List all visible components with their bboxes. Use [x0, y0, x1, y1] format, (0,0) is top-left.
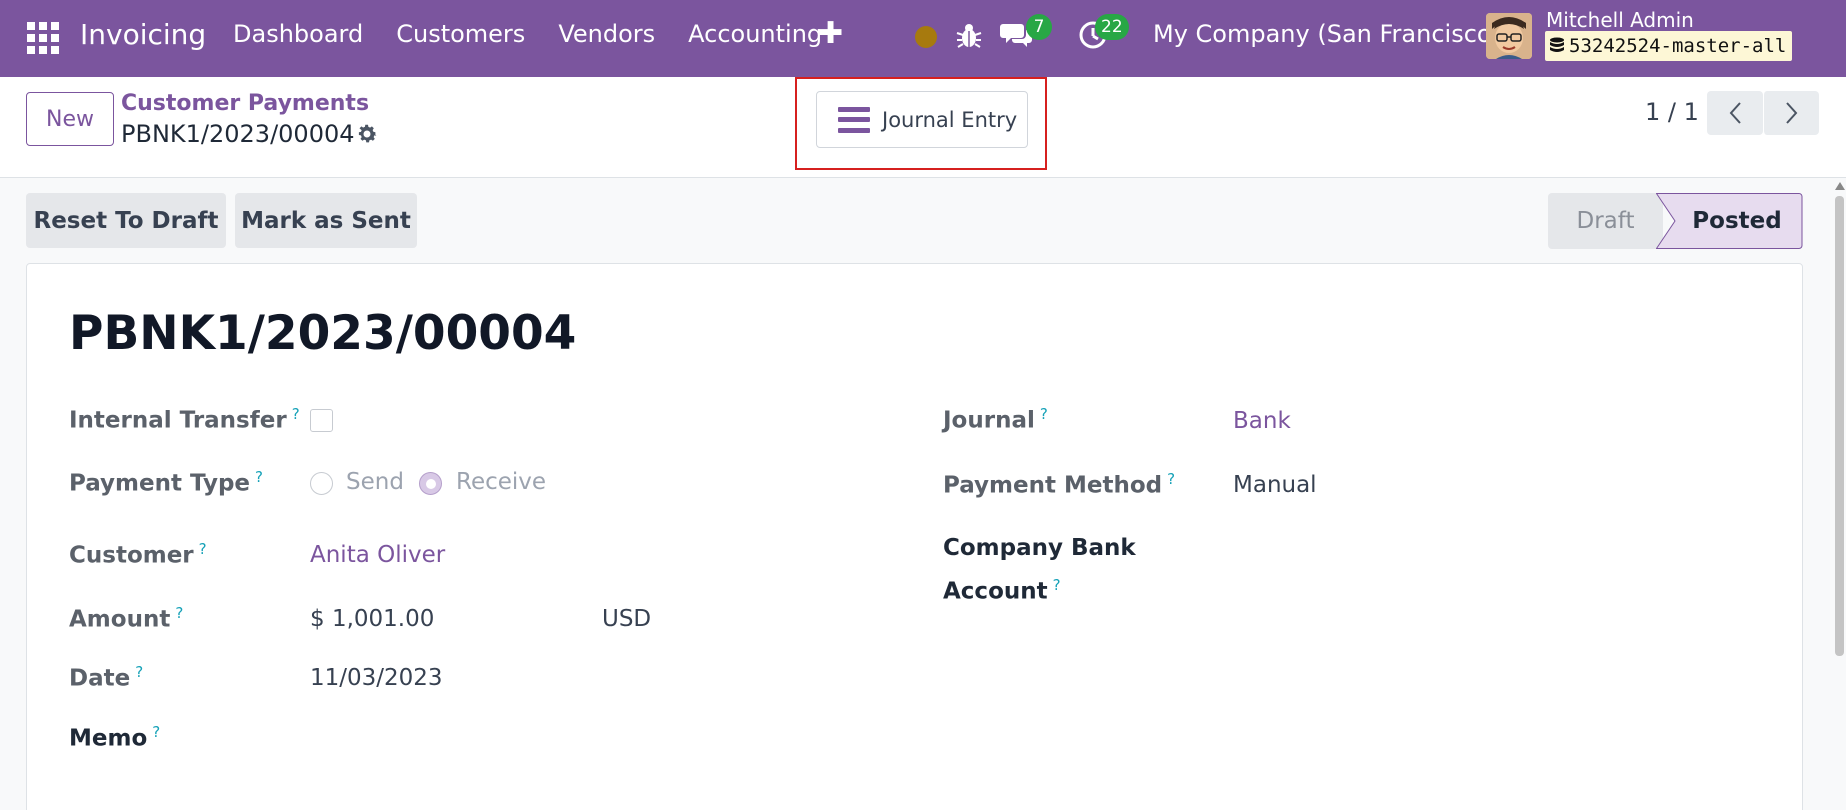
- status-dot-icon[interactable]: [915, 26, 937, 48]
- date-label: Date?: [69, 663, 144, 692]
- date-value: 11/03/2023: [310, 665, 443, 691]
- help-icon[interactable]: ?: [292, 405, 300, 423]
- help-icon[interactable]: ?: [199, 540, 207, 558]
- payment-type-receive-label: Receive: [456, 469, 547, 495]
- help-icon[interactable]: ?: [1040, 405, 1048, 423]
- memo-label: Memo?: [69, 723, 161, 752]
- status-bar: Draft Posted: [1548, 193, 1803, 249]
- payment-method-value: Manual: [1233, 472, 1317, 498]
- app-grid-icon[interactable]: [27, 22, 59, 54]
- database-icon: [1550, 37, 1564, 52]
- reset-to-draft-button[interactable]: Reset To Draft: [26, 193, 226, 248]
- customer-label: Customer?: [69, 540, 207, 569]
- amount-value: $ 1,001.00: [310, 606, 435, 632]
- customer-value[interactable]: Anita Oliver: [310, 542, 445, 568]
- chevron-left-icon: [1729, 102, 1741, 124]
- help-icon[interactable]: ?: [1053, 576, 1061, 594]
- top-navbar: Invoicing Dashboard Customers Vendors Ac…: [0, 0, 1846, 77]
- bars-icon: [838, 106, 870, 133]
- help-icon[interactable]: ?: [255, 468, 263, 486]
- journal-entry-label: Journal Entry: [882, 107, 1018, 132]
- company-switcher[interactable]: My Company (San Francisco): [1153, 20, 1501, 48]
- app-title[interactable]: Invoicing: [80, 18, 206, 51]
- plus-icon[interactable]: ✚: [818, 16, 843, 51]
- menu-accounting[interactable]: Accounting: [688, 20, 822, 48]
- menu-customers[interactable]: Customers: [396, 20, 525, 48]
- user-avatar[interactable]: [1486, 13, 1532, 59]
- internal-transfer-checkbox[interactable]: [310, 409, 333, 432]
- pager-value[interactable]: 1 / 1: [1645, 98, 1699, 126]
- status-posted[interactable]: Posted: [1673, 193, 1801, 249]
- breadcrumb-customer-payments[interactable]: Customer Payments: [121, 91, 369, 116]
- scroll-thumb[interactable]: [1835, 196, 1844, 656]
- help-icon[interactable]: ?: [175, 604, 183, 622]
- company-bank-account-label: Company Bank Account?: [943, 535, 1136, 605]
- database-badge: 53242524-master-all: [1545, 31, 1793, 61]
- menu-vendors[interactable]: Vendors: [558, 20, 655, 48]
- database-name: 53242524-master-all: [1569, 35, 1787, 57]
- main-menu: Dashboard Customers Vendors Accounting: [233, 20, 855, 48]
- payment-method-label: Payment Method?: [943, 470, 1176, 499]
- help-icon[interactable]: ?: [135, 663, 143, 681]
- status-draft[interactable]: Draft: [1548, 193, 1663, 249]
- payment-type-send-radio[interactable]: [310, 472, 333, 495]
- payment-type-receive-radio[interactable]: [419, 472, 442, 495]
- payment-type-send-label: Send: [346, 469, 404, 495]
- page-scrollbar[interactable]: [1832, 180, 1846, 810]
- journal-entry-smart-button[interactable]: Journal Entry: [816, 91, 1028, 148]
- breadcrumb-current-record: PBNK1/2023/00004: [121, 120, 355, 148]
- pager-previous-button[interactable]: [1707, 91, 1763, 135]
- record-title: PBNK1/2023/00004: [69, 306, 577, 361]
- menu-dashboard[interactable]: Dashboard: [233, 20, 363, 48]
- pager-next-button[interactable]: [1763, 91, 1819, 135]
- help-icon[interactable]: ?: [1167, 470, 1175, 488]
- gear-icon[interactable]: [355, 122, 379, 146]
- mark-as-sent-button[interactable]: Mark as Sent: [235, 193, 417, 248]
- control-panel: New Customer Payments PBNK1/2023/00004 J…: [0, 77, 1846, 178]
- chevron-right-icon: [1785, 102, 1797, 124]
- chat-count-badge: 7: [1026, 14, 1052, 40]
- internal-transfer-label: Internal Transfer?: [69, 405, 300, 434]
- help-icon[interactable]: ?: [152, 723, 160, 741]
- journal-label: Journal?: [943, 405, 1048, 434]
- scroll-up-icon[interactable]: [1835, 182, 1845, 190]
- bug-icon[interactable]: [955, 21, 983, 51]
- currency-value: USD: [602, 606, 652, 632]
- activity-count-badge: 22: [1095, 14, 1129, 40]
- journal-value[interactable]: Bank: [1233, 408, 1291, 434]
- payment-type-label: Payment Type?: [69, 468, 263, 497]
- amount-label: Amount?: [69, 604, 184, 633]
- user-name[interactable]: Mitchell Admin: [1546, 8, 1694, 32]
- new-button[interactable]: New: [26, 92, 114, 146]
